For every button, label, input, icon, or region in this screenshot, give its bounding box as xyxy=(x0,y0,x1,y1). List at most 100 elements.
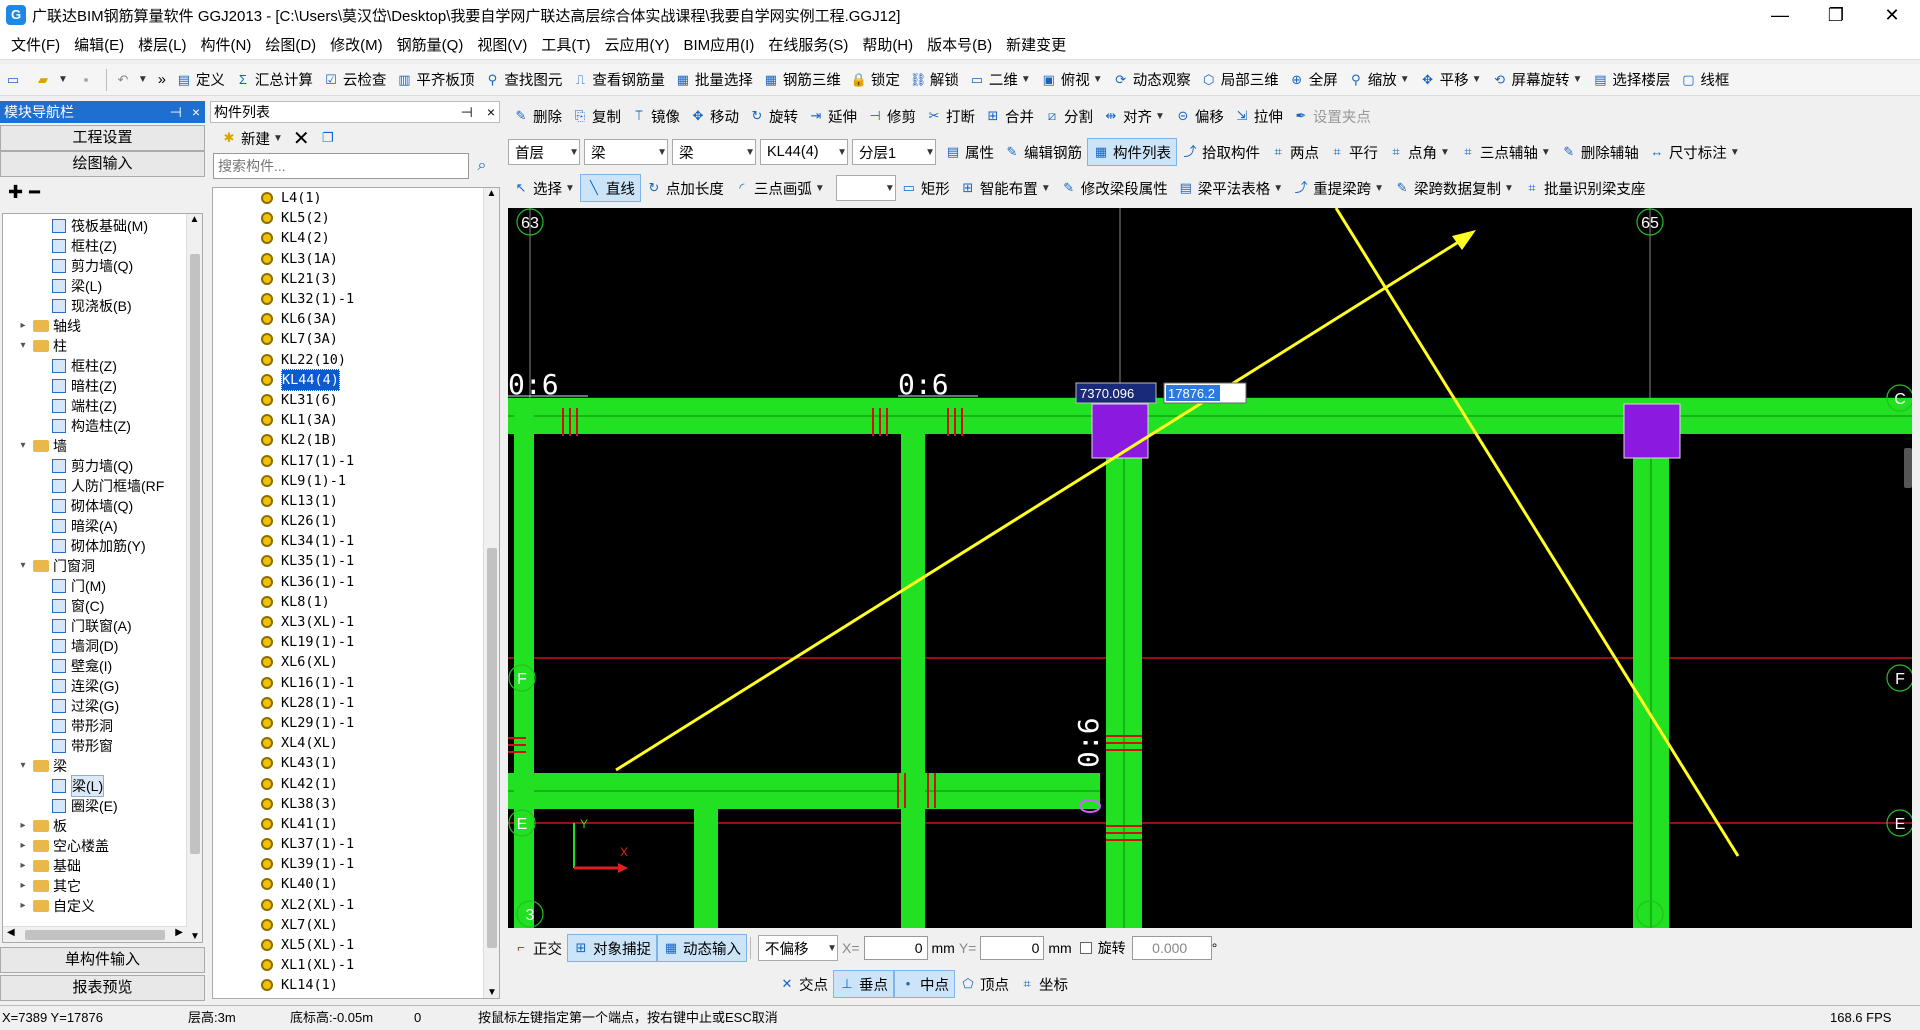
tree-item[interactable]: 砌体加筋(Y) xyxy=(3,536,187,556)
edit-button[interactable]: ✒ 设置夹点 xyxy=(1288,102,1376,130)
tree-item[interactable]: 构造柱(Z) xyxy=(3,416,187,436)
snap-mode-button[interactable]: ⊥ 垂点 xyxy=(833,970,894,998)
floor-select[interactable]: 首层 ▼ xyxy=(508,139,580,165)
menu-item[interactable]: 新建变更 xyxy=(999,34,1073,55)
component-list-item[interactable]: KL16(1)-1 xyxy=(213,673,483,693)
menu-item[interactable]: 视图(V) xyxy=(470,34,534,55)
edit-button[interactable]: ⎘ 复制 xyxy=(567,102,626,130)
cad-drawing[interactable]: 0:6 0:6 0:6 63 65 C F F E E 3 Y X 7370.0… xyxy=(508,208,1912,928)
component-list-item[interactable]: KL34(1)-1 xyxy=(213,531,483,551)
toolbar-button[interactable]: ⛓ 解锁 xyxy=(905,66,964,94)
component-list-item[interactable]: KL43(1) xyxy=(213,753,483,773)
property-button[interactable]: ✎ 编辑钢筋 xyxy=(999,138,1087,166)
toolbar-button[interactable]: 🔒 锁定 xyxy=(846,66,905,94)
draw-button[interactable]: ⌗ 批量识别梁支座 xyxy=(1519,174,1651,202)
draw-button[interactable]: ↖ 选择 ▼ xyxy=(508,174,580,202)
minimize-button[interactable]: — xyxy=(1752,0,1808,30)
offset-select[interactable]: 不偏移 ▼ xyxy=(758,935,838,961)
menu-item[interactable]: 构件(N) xyxy=(194,34,259,55)
tree-item[interactable]: 带形窗 xyxy=(3,736,187,756)
snap-mode-button[interactable]: • 中点 xyxy=(894,970,955,998)
toolbar-button[interactable]: ▥ 平齐板顶 xyxy=(391,66,479,94)
new-component-button[interactable]: ✱ 新建 ▼ xyxy=(216,124,288,152)
pin-icon[interactable]: ⊣ xyxy=(170,104,182,120)
snap-mode-button[interactable]: ✕ 交点 xyxy=(774,970,833,998)
draw-button[interactable]: ⤴ 重提梁跨 ▼ xyxy=(1288,174,1389,202)
tree-item[interactable]: ▾ 柱 xyxy=(3,336,187,356)
draw-button[interactable]: ✎ 梁跨数据复制 ▼ xyxy=(1389,174,1519,202)
component-list-item[interactable]: KL36(1)-1 xyxy=(213,572,483,592)
menu-item[interactable]: 云应用(Y) xyxy=(597,34,676,55)
edit-button[interactable]: ⊣ 修剪 xyxy=(862,102,921,130)
project-settings-button[interactable]: 工程设置 xyxy=(0,125,205,151)
toolbar-button[interactable]: ⊕ 全屏 xyxy=(1284,66,1343,94)
component-list-item[interactable]: KL39(1)-1 xyxy=(213,854,483,874)
expand-all-icon[interactable]: ✚ xyxy=(8,182,23,203)
tree-item[interactable]: 连梁(G) xyxy=(3,676,187,696)
property-button[interactable]: ⌗ 三点辅轴 ▼ xyxy=(1455,138,1556,166)
tree-item[interactable]: ▾ 墙 xyxy=(3,436,187,456)
component-list-item[interactable]: KL29(1)-1 xyxy=(213,713,483,733)
toolbar-button[interactable]: ▭ 二维 ▼ xyxy=(964,66,1036,94)
component-list-item[interactable]: XL6(XL) xyxy=(213,652,483,672)
toolbar-button[interactable]: ⎍ 查看钢筋量 xyxy=(567,66,670,94)
property-button[interactable]: ✎ 删除辅轴 xyxy=(1556,138,1644,166)
draw-button[interactable]: ▭ 矩形 xyxy=(896,174,955,202)
component-list-item[interactable]: XL2(XL)-1 xyxy=(213,895,483,915)
single-component-input-button[interactable]: 单构件输入 xyxy=(0,947,205,973)
toolbar-button[interactable]: Σ 汇总计算 xyxy=(230,66,318,94)
component-list-item[interactable]: KL44(4) xyxy=(213,368,483,391)
complist-close-icon[interactable]: × xyxy=(487,104,495,120)
component-list-item[interactable]: KL7(3A) xyxy=(213,329,483,349)
tree-item[interactable]: 框柱(Z) xyxy=(3,236,187,256)
toolbar-button[interactable]: ▦ 批量选择 xyxy=(670,66,758,94)
edit-button[interactable]: ⟙ 镜像 xyxy=(626,102,685,130)
complist-pin-icon[interactable]: ⊣ xyxy=(461,104,473,120)
edit-button[interactable]: ✎ 删除 xyxy=(508,102,567,130)
menu-item[interactable]: 工具(T) xyxy=(534,34,597,55)
edit-button[interactable]: ⇲ 拉伸 xyxy=(1229,102,1288,130)
close-button[interactable]: ✕ xyxy=(1864,0,1920,30)
toolbar-button[interactable]: ✥ 平移 ▼ xyxy=(1415,66,1487,94)
component-list-item[interactable]: KL33(2) xyxy=(213,996,483,999)
tree-item[interactable]: 人防门框墙(RF xyxy=(3,476,187,496)
menu-item[interactable]: 编辑(E) xyxy=(67,34,131,55)
component-list-item[interactable]: KL21(3) xyxy=(213,269,483,289)
tree-item[interactable]: 现浇板(B) xyxy=(3,296,187,316)
collapse-all-icon[interactable]: ━ xyxy=(29,182,40,203)
component-list-item[interactable]: KL5(2) xyxy=(213,208,483,228)
edit-button[interactable]: ↻ 旋转 xyxy=(744,102,803,130)
component-list-item[interactable]: KL42(1) xyxy=(213,773,483,793)
canvas-side-handle[interactable] xyxy=(1904,448,1912,488)
edit-button[interactable]: ✂ 打断 xyxy=(921,102,980,130)
tree-item[interactable]: 窗(C) xyxy=(3,596,187,616)
expand-icon[interactable]: ▸ xyxy=(17,896,29,916)
component-list-item[interactable]: KL22(10) xyxy=(213,350,483,370)
toolbar-button[interactable]: ⟳ 动态观察 xyxy=(1108,66,1196,94)
menu-item[interactable]: BIM应用(I) xyxy=(676,34,761,55)
copy-component-icon[interactable]: ❐ xyxy=(315,124,345,152)
component-list-item[interactable]: KL19(1)-1 xyxy=(213,632,483,652)
collapse-icon[interactable]: ▾ xyxy=(17,436,29,456)
edit-button[interactable]: ⇥ 延伸 xyxy=(803,102,862,130)
dynamic-input-button[interactable]: ▦ 动态输入 xyxy=(657,934,747,962)
tree-item[interactable]: 过梁(G) xyxy=(3,696,187,716)
subcategory-select[interactable]: 梁 ▼ xyxy=(672,139,756,165)
snap-mode-button[interactable]: ⬠ 顶点 xyxy=(955,970,1014,998)
tree-item[interactable]: 壁龛(I) xyxy=(3,656,187,676)
property-button[interactable]: ⌗ 平行 xyxy=(1324,138,1383,166)
component-list-item[interactable]: KL2(1B) xyxy=(213,430,483,450)
component-list-item[interactable]: XL3(XL)-1 xyxy=(213,612,483,632)
tree-scrollbar[interactable]: ▲ ▼ xyxy=(186,214,202,942)
edit-button[interactable]: ✥ 移动 xyxy=(685,102,744,130)
complist-scrollbar[interactable]: ▲ ▼ xyxy=(483,188,499,998)
property-button[interactable]: ▤ 属性 xyxy=(940,138,999,166)
tree-item[interactable]: 端柱(Z) xyxy=(3,396,187,416)
component-list-item[interactable]: KL38(3) xyxy=(213,794,483,814)
ortho-button[interactable]: ⌐ 正交 xyxy=(508,934,567,962)
property-button[interactable]: ↔ 尺寸标注 ▼ xyxy=(1644,138,1745,166)
menu-item[interactable]: 修改(M) xyxy=(323,34,390,55)
tree-item[interactable]: 砌体墙(Q) xyxy=(3,496,187,516)
undo-icon[interactable]: ↶ ▼ xyxy=(110,66,153,94)
toolbar-button[interactable]: ▢ 线框 xyxy=(1675,66,1734,94)
